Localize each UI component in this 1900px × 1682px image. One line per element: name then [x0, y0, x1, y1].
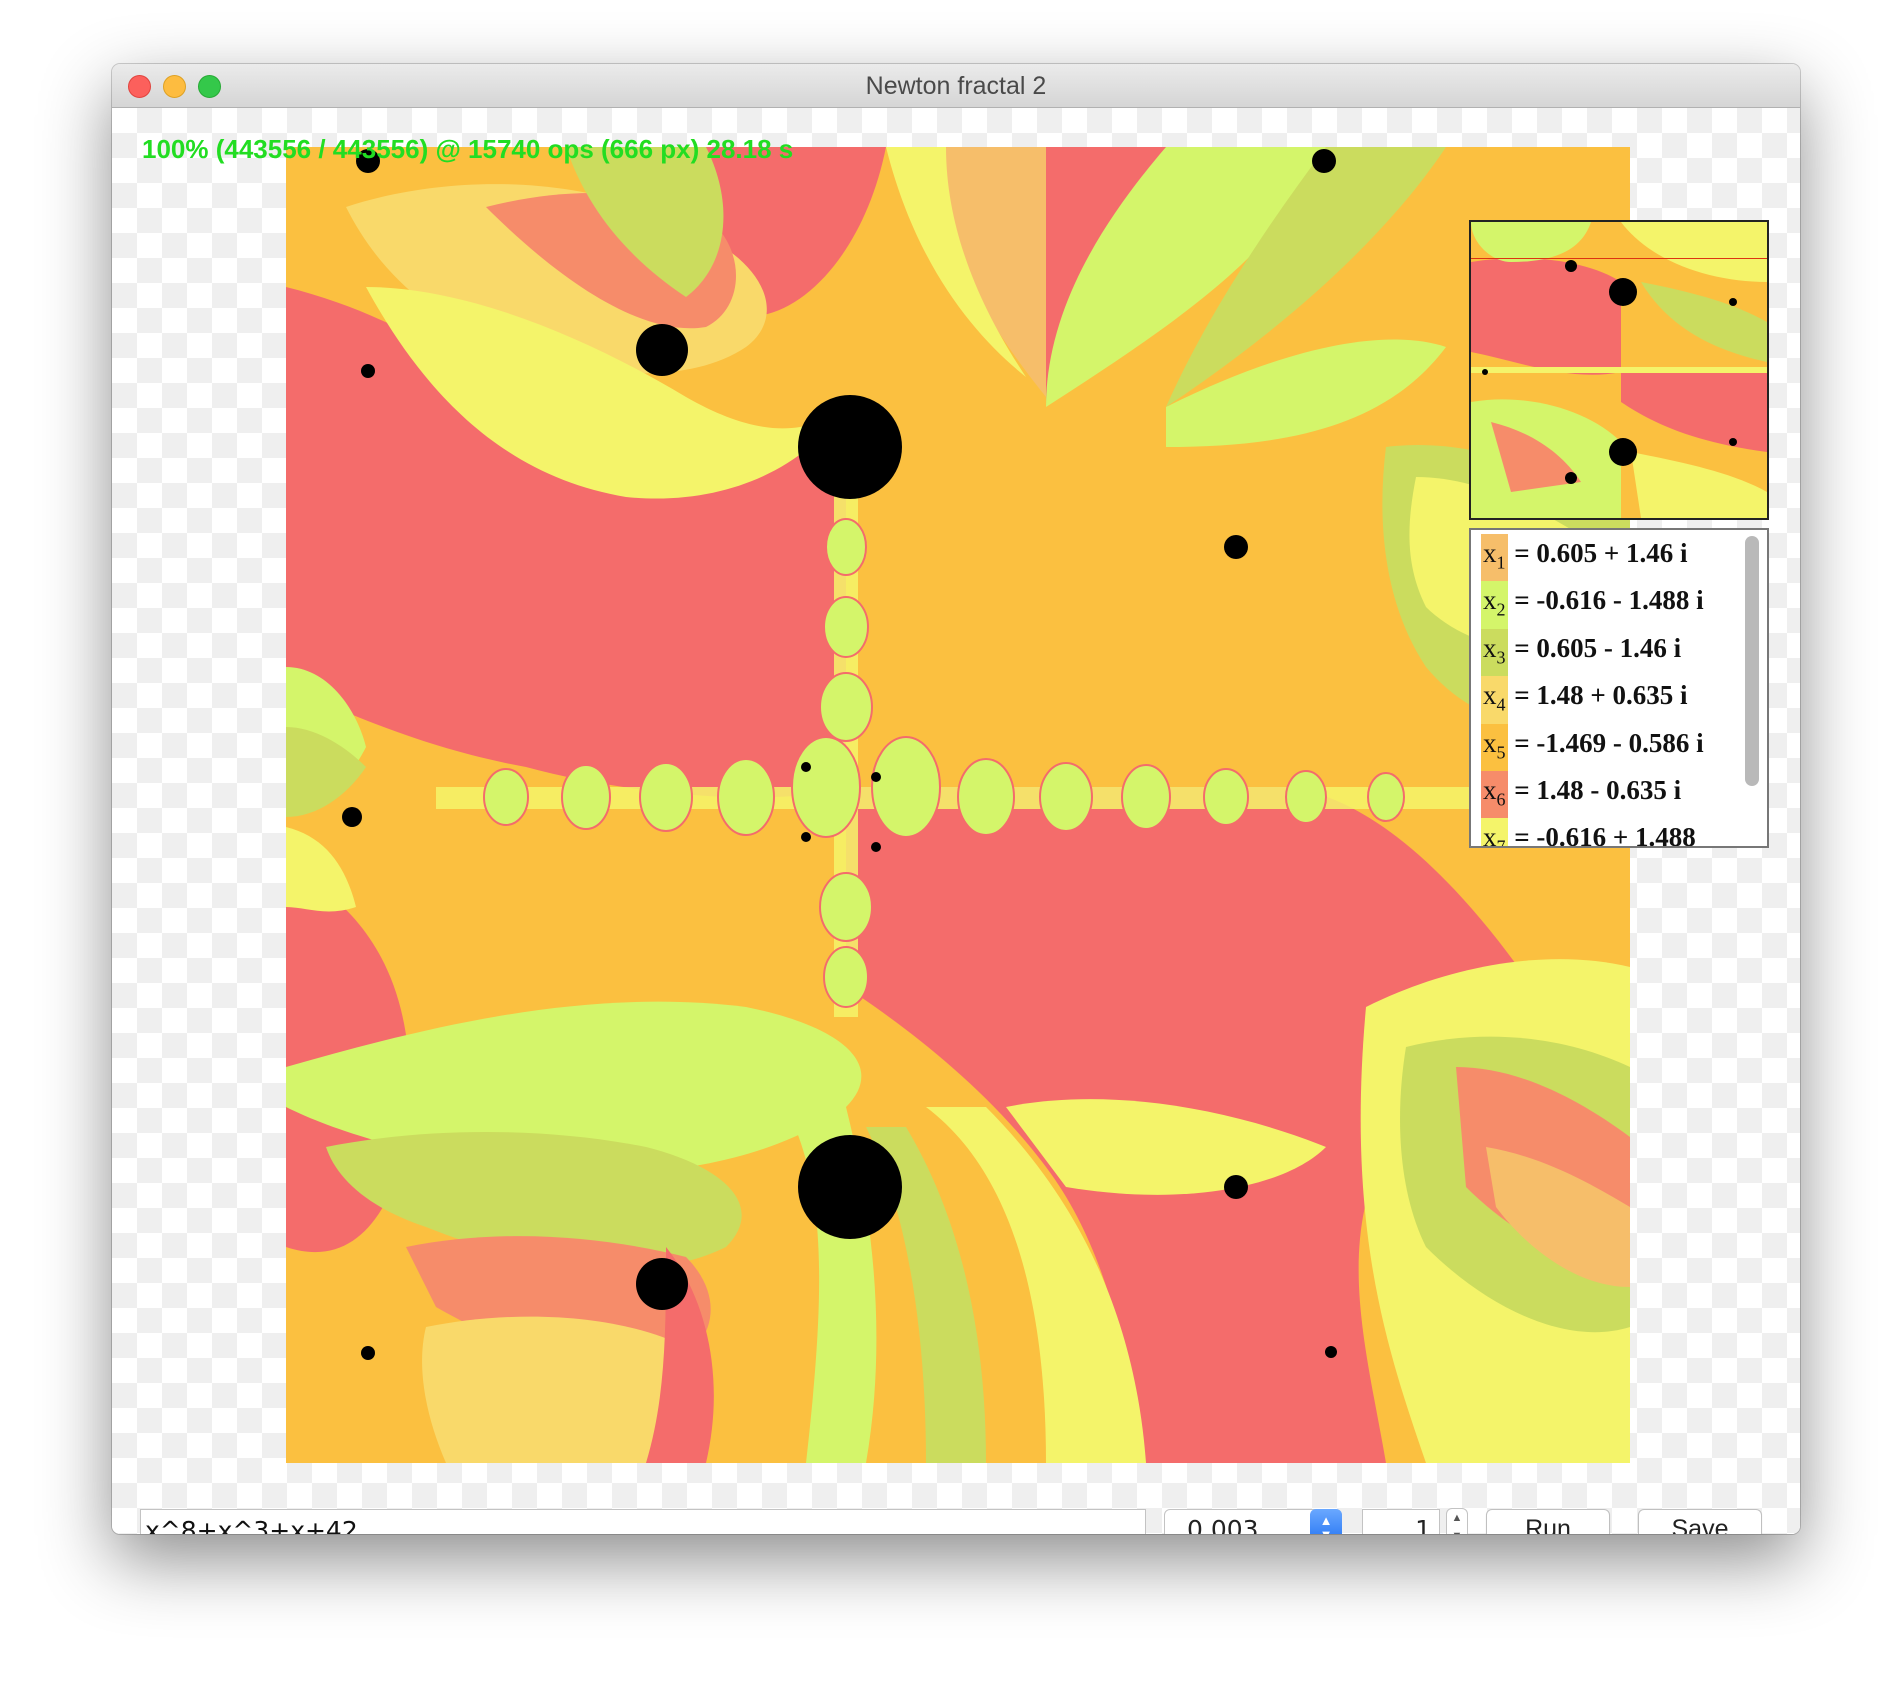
root-index: 3 — [1496, 647, 1506, 668]
save-button[interactable]: Save — [1638, 1509, 1762, 1534]
progress-status: 100% (443556 / 443556) @ 15740 ops (666 … — [142, 134, 794, 164]
root-color-swatch: x1 — [1481, 534, 1508, 582]
root-row: x4 = 1.48 + 0.635 i — [1481, 676, 1737, 724]
root-index: 7 — [1496, 836, 1506, 848]
polynomial-input[interactable] — [140, 1509, 1146, 1534]
root-value: = -0.616 + 1.488 — [1514, 822, 1696, 848]
tolerance-select[interactable]: 0.003 ▲▼ — [1164, 1509, 1342, 1534]
minimap-viewport-marker — [1471, 258, 1767, 259]
root-row: x3 = 0.605 - 1.46 i — [1481, 628, 1737, 677]
root-color-swatch: x6 — [1481, 770, 1508, 819]
root-label: x — [1483, 538, 1497, 568]
root-label: x — [1483, 632, 1497, 663]
root-color-swatch: x4 — [1481, 676, 1508, 724]
root-row: x5 = -1.469 - 0.586 i — [1481, 723, 1737, 771]
title-bar[interactable]: Newton fractal 2 — [112, 64, 1800, 108]
root-color-swatch: x3 — [1481, 628, 1508, 677]
overview-minimap[interactable] — [1469, 220, 1769, 520]
tolerance-value: 0.003 — [1187, 1515, 1259, 1534]
root-color-swatch: x2 — [1481, 581, 1508, 629]
window-title: Newton fractal 2 — [865, 72, 1047, 100]
root-value: = 1.48 + 0.635 i — [1514, 680, 1688, 711]
iterations-stepper[interactable]: ▲▼ — [1446, 1508, 1468, 1534]
root-value: = 0.605 + 1.46 i — [1514, 538, 1688, 568]
root-index: 4 — [1496, 694, 1506, 715]
root-label: x — [1483, 585, 1497, 616]
iterations-input[interactable] — [1362, 1509, 1440, 1534]
root-label: x — [1483, 822, 1497, 848]
app-window: Newton fractal 2 100% (443556 / 443556) … — [112, 64, 1800, 1534]
content-area: 100% (443556 / 443556) @ 15740 ops (666 … — [112, 108, 1800, 1534]
root-label: x — [1483, 727, 1497, 758]
root-index: 1 — [1496, 552, 1506, 573]
control-bar: 0.003 ▲▼ ▲▼ Run Save — [112, 1503, 1800, 1534]
run-button[interactable]: Run — [1486, 1509, 1610, 1534]
root-value: = -1.469 - 0.586 i — [1514, 727, 1704, 758]
root-row: x7 = -0.616 + 1.488 — [1481, 818, 1737, 848]
roots-list: x1 = 0.605 + 1.46 i x2 = -0.616 - 1.488 i… — [1481, 534, 1737, 848]
root-value: = 0.605 - 1.46 i — [1514, 632, 1682, 663]
root-row: x2 = -0.616 - 1.488 i — [1481, 581, 1737, 629]
minimap-image — [1471, 222, 1767, 518]
root-index: 6 — [1496, 789, 1506, 810]
root-value: = 1.48 - 0.635 i — [1514, 774, 1682, 805]
fractal-image — [286, 147, 1630, 1463]
fractal-canvas[interactable] — [286, 147, 1630, 1463]
root-value: = -0.616 - 1.488 i — [1514, 585, 1704, 616]
roots-legend[interactable]: x1 = 0.605 + 1.46 i x2 = -0.616 - 1.488 i… — [1469, 528, 1769, 848]
roots-scrollbar-thumb[interactable] — [1745, 536, 1759, 786]
root-color-swatch: x5 — [1481, 723, 1508, 771]
root-index: 2 — [1496, 599, 1506, 620]
root-label: x — [1483, 680, 1497, 711]
root-index: 5 — [1496, 741, 1506, 762]
root-row: x1 = 0.605 + 1.46 i — [1481, 534, 1737, 582]
root-color-swatch: x7 — [1481, 818, 1508, 848]
root-row: x6 = 1.48 - 0.635 i — [1481, 770, 1737, 819]
root-label: x — [1483, 774, 1497, 805]
select-arrows-icon[interactable]: ▲▼ — [1310, 1509, 1342, 1534]
